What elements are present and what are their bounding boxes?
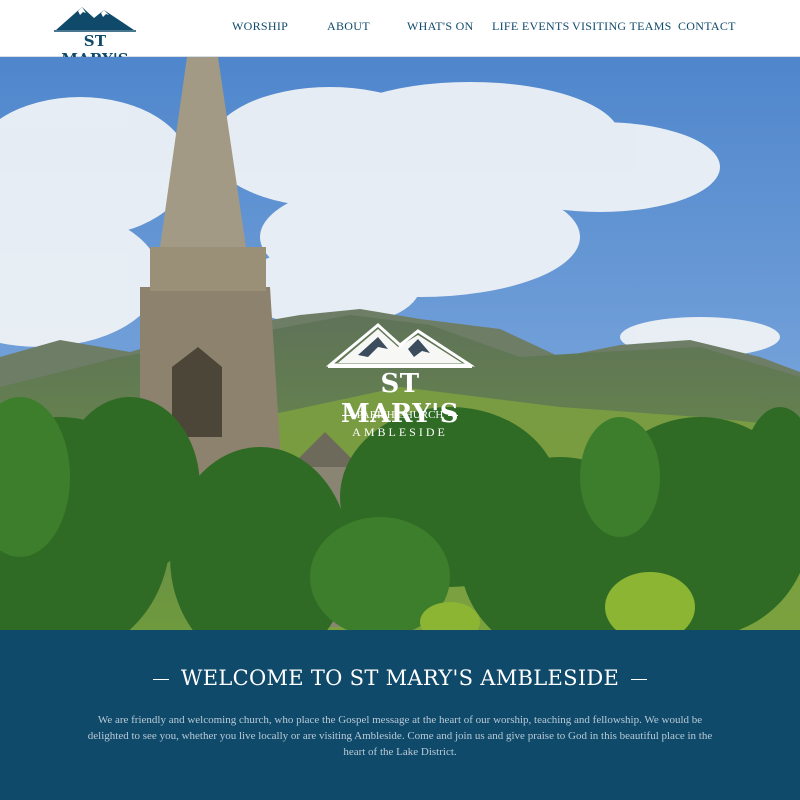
welcome-heading-row: WELCOME TO ST MARY'S AMBLESIDE: [0, 666, 800, 690]
dash-decoration: [448, 414, 459, 416]
welcome-heading: WELCOME TO ST MARY'S AMBLESIDE: [180, 666, 620, 690]
nav-about[interactable]: ABOUT: [327, 19, 370, 34]
mountain-logo-icon: [54, 7, 136, 32]
mountain-emblem-icon: [325, 323, 476, 368]
welcome-paragraph: We are friendly and welcoming church, wh…: [87, 714, 713, 758]
heading-rule: [631, 679, 648, 680]
hero-subtitle-row: PARISH CHURCH: [318, 409, 482, 421]
hero-place: AMBLESIDE: [352, 425, 448, 439]
hero-banner: ST MARY'S PARISH CHURCH AMBLESIDE: [0, 57, 800, 630]
site-logo[interactable]: ST MARY'S: [52, 4, 138, 68]
dash-decoration: [341, 414, 352, 416]
nav-whats-on[interactable]: WHAT'S ON: [407, 19, 474, 34]
heading-rule: [152, 679, 169, 680]
nav-life-events[interactable]: LIFE EVENTS: [492, 19, 570, 34]
hero-subtitle: PARISH CHURCH: [356, 409, 444, 421]
hero-logo: ST MARY'S PARISH CHURCH AMBLESIDE: [318, 319, 482, 439]
nav-worship[interactable]: WORSHIP: [232, 19, 288, 34]
welcome-section: WELCOME TO ST MARY'S AMBLESIDE We are fr…: [0, 630, 800, 800]
site-header: ST MARY'S WORSHIP ABOUT WHAT'S ON LIFE E…: [0, 0, 800, 68]
nav-contact[interactable]: CONTACT: [678, 19, 736, 34]
nav-visiting-teams[interactable]: VISITING TEAMS: [572, 19, 672, 34]
